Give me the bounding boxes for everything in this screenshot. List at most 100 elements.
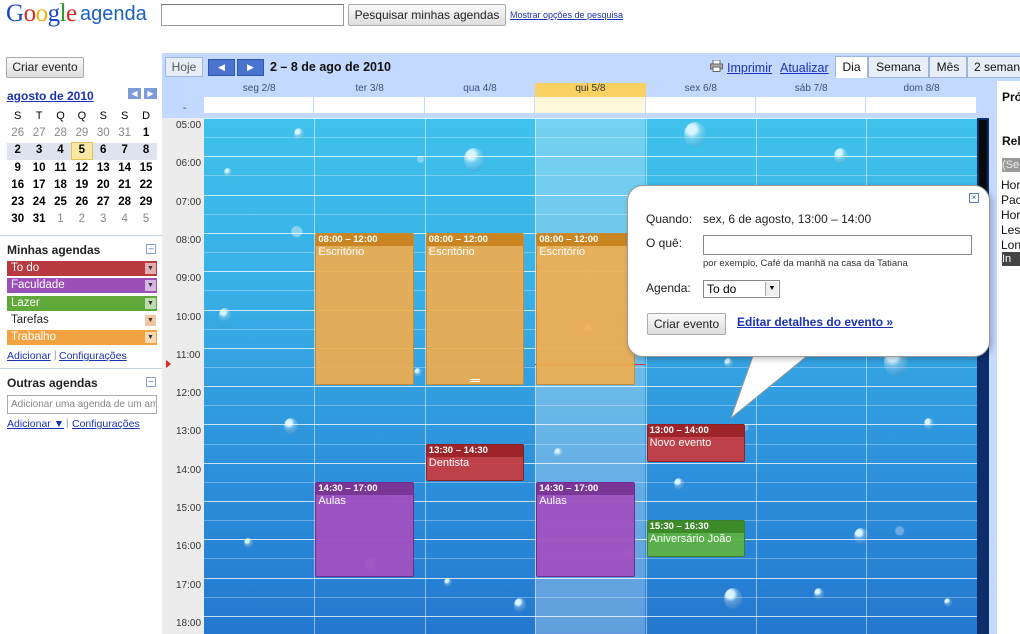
event-block[interactable]: 08:00 – 12:00 Escritório (315, 232, 414, 386)
mini-calendar-day[interactable]: 7 (114, 142, 135, 159)
mini-calendar-day[interactable]: 14 (114, 160, 135, 177)
mini-calendar-day[interactable]: 17 (28, 177, 49, 194)
mini-calendar-day[interactable]: 30 (93, 125, 114, 142)
event-block[interactable]: 13:30 – 14:30 Dentista (425, 443, 525, 481)
mini-calendar-day[interactable]: 8 (135, 142, 156, 159)
mini-calendar-day[interactable]: 28 (114, 194, 135, 211)
refresh-link[interactable]: Atualizar (780, 61, 829, 75)
mini-calendar-day[interactable]: 22 (135, 177, 156, 194)
mini-calendar-day[interactable]: 9 (7, 160, 28, 177)
day-header-4[interactable]: sex 6/8 (646, 83, 756, 97)
view-week-tab[interactable]: Semana (868, 56, 929, 78)
mini-calendar-day[interactable]: 28 (50, 125, 71, 142)
mini-calendar-day[interactable]: 13 (93, 160, 114, 177)
mini-calendar-next-icon[interactable]: ▶ (144, 88, 157, 99)
day-header-5[interactable]: sáb 7/8 (756, 83, 866, 97)
event-block[interactable]: 14:30 – 17:00 Aulas (536, 481, 635, 577)
mini-calendar-day[interactable]: 27 (28, 125, 49, 142)
mini-calendar-day[interactable]: 31 (28, 211, 49, 228)
event-title-input[interactable] (703, 235, 972, 255)
calendar-options-icon[interactable]: ▼ (145, 263, 156, 274)
mini-calendar-day[interactable]: 15 (135, 160, 156, 177)
collapse-icon[interactable]: – (146, 377, 156, 387)
day-header-3[interactable]: qui 5/8 (535, 83, 646, 97)
google-logo[interactable]: Google (6, 0, 77, 30)
day-header-2[interactable]: qua 4/8 (425, 83, 535, 97)
event-block[interactable]: 14:30 – 17:00 Aulas (315, 481, 414, 577)
allday-cell[interactable] (866, 97, 977, 113)
allday-cell[interactable] (204, 97, 315, 113)
calendar-options-icon[interactable]: ▼ (145, 332, 156, 344)
mini-calendar-day[interactable]: 4 (114, 211, 135, 228)
mini-calendar-day[interactable]: 25 (50, 194, 71, 211)
mini-calendar-day[interactable]: 20 (93, 177, 114, 194)
close-icon[interactable]: × (969, 193, 979, 203)
mini-calendar-day[interactable]: 3 (28, 142, 49, 159)
event-block[interactable]: 08:00 – 12:00 Escritório (425, 232, 525, 386)
calendar-item[interactable]: Lazer ▼ (7, 295, 157, 311)
day-header-0[interactable]: seg 2/8 (204, 83, 314, 97)
mini-calendar-prev-icon[interactable]: ◀ (128, 88, 141, 99)
mini-calendar-day[interactable]: 29 (71, 125, 92, 142)
mini-calendar-day[interactable]: 16 (7, 177, 28, 194)
calendar-options-icon[interactable]: ▼ (145, 297, 156, 309)
mini-calendar-day[interactable]: 5 (71, 142, 93, 160)
mini-calendar-day[interactable]: 24 (28, 194, 49, 211)
add-calendar-dropdown-link[interactable]: Adicionar ▼ (7, 418, 64, 430)
mini-calendar-day[interactable]: 1 (135, 125, 156, 142)
create-event-button[interactable]: Criar evento (6, 57, 84, 78)
prev-week-icon[interactable]: ◀ (208, 59, 235, 76)
allday-cell[interactable] (424, 97, 536, 113)
popup-create-button[interactable]: Criar evento (647, 313, 726, 335)
search-button[interactable]: Pesquisar minhas agendas (348, 4, 506, 26)
mini-calendar-day[interactable]: 12 (71, 160, 92, 177)
calendar-options-icon[interactable]: ▼ (145, 314, 156, 326)
print-link[interactable]: Imprimir (727, 61, 772, 75)
printer-icon[interactable] (710, 60, 723, 72)
edit-details-link[interactable]: Editar detalhes do evento » (737, 315, 893, 329)
mini-calendar-day[interactable]: 26 (71, 194, 92, 211)
calendar-options-icon[interactable]: ▼ (145, 280, 156, 292)
mini-calendar-day[interactable]: 29 (135, 194, 156, 211)
mini-calendar-day[interactable]: 5 (135, 211, 156, 228)
mini-calendar-day[interactable]: 6 (93, 142, 114, 159)
calendar-item[interactable]: Faculdade ▼ (7, 278, 157, 294)
calendar-item[interactable]: Tarefas ▼ (7, 312, 157, 328)
mini-calendar-day[interactable]: 4 (50, 142, 71, 159)
search-options-link[interactable]: Mostrar opções de pesquisa (510, 10, 623, 20)
allday-cell[interactable] (535, 97, 646, 113)
today-button[interactable]: Hoje (165, 57, 203, 77)
collapse-icon[interactable]: – (146, 244, 156, 254)
settings-link[interactable]: Configurações (59, 350, 127, 362)
add-calendar-link[interactable]: Adicionar (7, 350, 51, 362)
resize-handle-icon[interactable] (470, 379, 481, 383)
view-day-tab[interactable]: Dia (835, 56, 868, 78)
event-block[interactable]: 08:00 – 12:00 Escritório (536, 232, 635, 386)
add-friend-calendar-input[interactable]: Adicionar uma agenda de um ami (7, 395, 157, 414)
mini-calendar-day[interactable]: 31 (114, 125, 135, 142)
mini-calendar-day[interactable]: 2 (7, 142, 28, 159)
allday-cell[interactable] (314, 97, 425, 113)
mini-calendar-day[interactable]: 21 (114, 177, 135, 194)
view-2weeks-tab[interactable]: 2 seman (967, 56, 1020, 78)
allday-cell[interactable] (645, 97, 756, 113)
right-panel-tag[interactable]: In (1002, 252, 1020, 266)
allday-cell[interactable] (756, 97, 867, 113)
calendar-item[interactable]: Trabalho ▼ (7, 330, 157, 346)
mini-calendar-day[interactable]: 26 (7, 125, 28, 142)
event-block[interactable]: 15:30 – 16:30 Aniversário João (646, 520, 745, 558)
right-panel-tag[interactable]: (Se (1002, 158, 1020, 172)
day-header-6[interactable]: dom 8/8 (866, 83, 976, 97)
calendar-item[interactable]: To do ▼ (7, 261, 157, 276)
mini-calendar-day[interactable]: 19 (71, 177, 92, 194)
mini-calendar-day[interactable]: 3 (93, 211, 114, 228)
view-month-tab[interactable]: Mês (929, 56, 967, 78)
mini-calendar-day[interactable]: 30 (7, 211, 28, 228)
mini-calendar-day[interactable]: 1 (50, 211, 71, 228)
mini-calendar-day[interactable]: 10 (28, 160, 49, 177)
event-block[interactable]: 13:00 – 14:00 Novo evento (646, 424, 745, 462)
mini-calendar-day[interactable]: 18 (50, 177, 71, 194)
mini-calendar-day[interactable]: 23 (7, 194, 28, 211)
settings-link[interactable]: Configurações (72, 418, 140, 430)
mini-calendar-day[interactable]: 11 (50, 160, 71, 177)
